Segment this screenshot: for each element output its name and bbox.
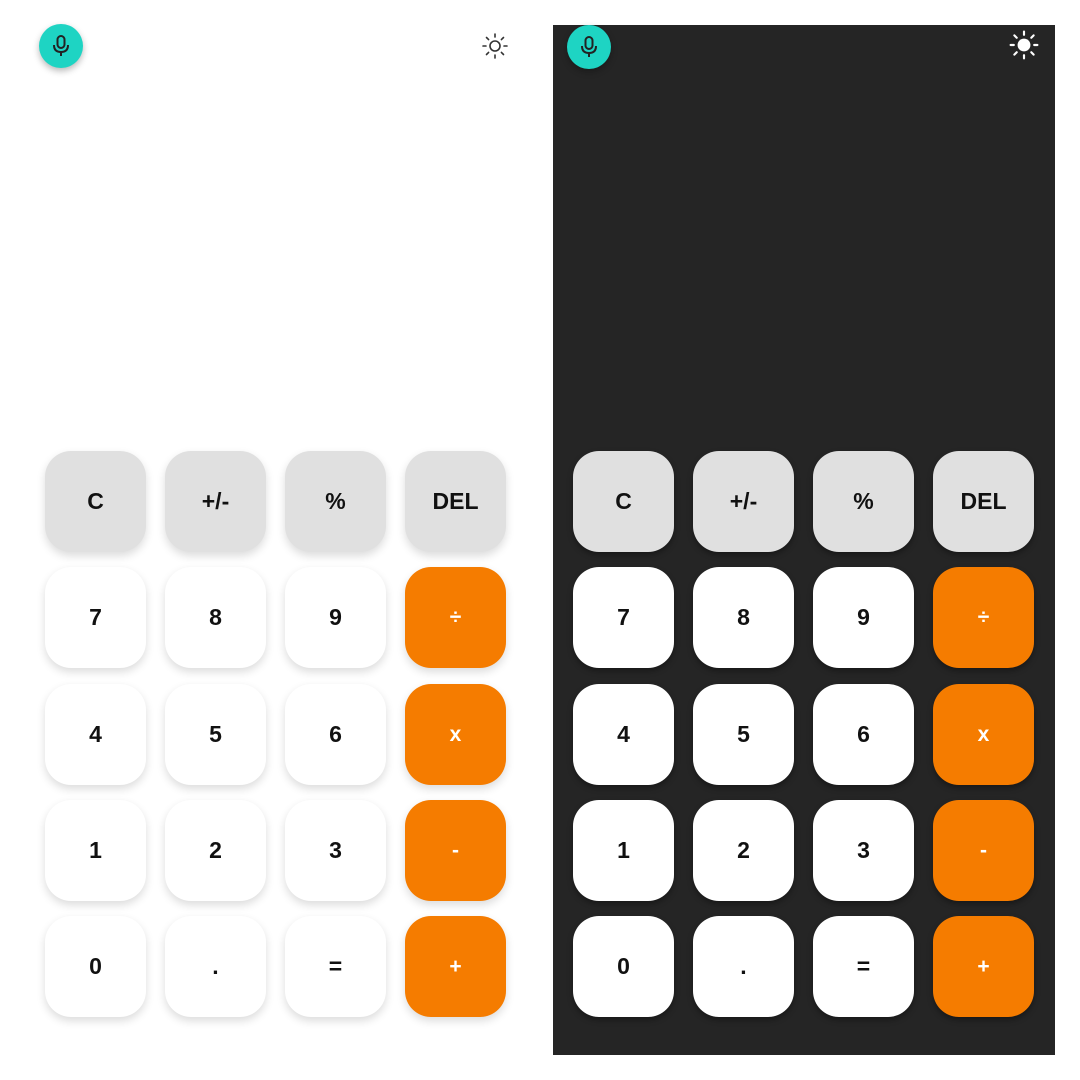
digit-3-button[interactable]: 3	[285, 800, 386, 901]
decimal-button[interactable]: .	[693, 916, 794, 1017]
digit-8-button[interactable]: 8	[693, 567, 794, 668]
digit-6-button[interactable]: 6	[285, 684, 386, 785]
digit-0-button[interactable]: 0	[45, 916, 146, 1017]
digit-7-button[interactable]: 7	[573, 567, 674, 668]
toggle-sign-button[interactable]: +/-	[693, 451, 794, 552]
divide-button[interactable]: ÷	[405, 567, 506, 668]
digit-9-button[interactable]: 9	[285, 567, 386, 668]
keypad: C +/- % DEL 7 8 9 ÷ 4 5 6 x 1 2 3 - 0 . …	[573, 451, 1034, 1017]
multiply-button[interactable]: x	[933, 684, 1034, 785]
digit-4-button[interactable]: 4	[45, 684, 146, 785]
digit-5-button[interactable]: 5	[165, 684, 266, 785]
theme-toggle-button[interactable]	[1008, 29, 1040, 61]
digit-9-button[interactable]: 9	[813, 567, 914, 668]
toggle-sign-button[interactable]: +/-	[165, 451, 266, 552]
delete-button[interactable]: DEL	[933, 451, 1034, 552]
sun-outline-icon	[482, 33, 508, 59]
digit-4-button[interactable]: 4	[573, 684, 674, 785]
subtract-button[interactable]: -	[933, 800, 1034, 901]
digit-3-button[interactable]: 3	[813, 800, 914, 901]
subtract-button[interactable]: -	[405, 800, 506, 901]
percent-button[interactable]: %	[285, 451, 386, 552]
digit-1-button[interactable]: 1	[45, 800, 146, 901]
delete-button[interactable]: DEL	[405, 451, 506, 552]
digit-6-button[interactable]: 6	[813, 684, 914, 785]
percent-button[interactable]: %	[813, 451, 914, 552]
digit-2-button[interactable]: 2	[693, 800, 794, 901]
microphone-icon	[53, 35, 69, 56]
divide-button[interactable]: ÷	[933, 567, 1034, 668]
decimal-button[interactable]: .	[165, 916, 266, 1017]
clear-button[interactable]: C	[45, 451, 146, 552]
digit-7-button[interactable]: 7	[45, 567, 146, 668]
clear-button[interactable]: C	[573, 451, 674, 552]
digit-1-button[interactable]: 1	[573, 800, 674, 901]
digit-0-button[interactable]: 0	[573, 916, 674, 1017]
digit-5-button[interactable]: 5	[693, 684, 794, 785]
add-button[interactable]: +	[405, 916, 506, 1017]
equals-button[interactable]: =	[285, 916, 386, 1017]
sun-filled-icon	[1009, 30, 1039, 60]
multiply-button[interactable]: x	[405, 684, 506, 785]
digit-2-button[interactable]: 2	[165, 800, 266, 901]
light-theme-calculator: C +/- % DEL 7 8 9 ÷ 4 5 6 x 1 2 3 - 0 . …	[0, 0, 540, 1080]
dark-theme-calculator: C +/- % DEL 7 8 9 ÷ 4 5 6 x 1 2 3 - 0 . …	[553, 25, 1055, 1055]
theme-toggle-button[interactable]	[479, 30, 511, 62]
voice-input-button[interactable]	[39, 24, 83, 68]
microphone-icon	[581, 36, 597, 57]
equals-button[interactable]: =	[813, 916, 914, 1017]
voice-input-button[interactable]	[567, 25, 611, 69]
add-button[interactable]: +	[933, 916, 1034, 1017]
digit-8-button[interactable]: 8	[165, 567, 266, 668]
keypad: C +/- % DEL 7 8 9 ÷ 4 5 6 x 1 2 3 - 0 . …	[45, 451, 506, 1017]
